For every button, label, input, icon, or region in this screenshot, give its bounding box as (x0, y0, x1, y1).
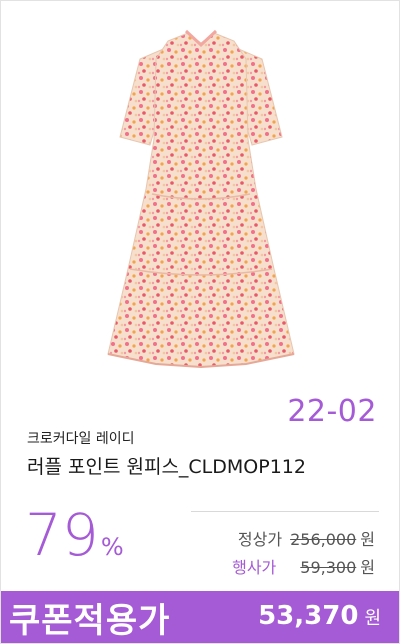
event-price-currency: 원 (360, 558, 375, 577)
price-divider (191, 511, 379, 512)
brand-name: 크로커다일 레이디 (27, 431, 135, 447)
regular-price-row: 정상가 256,000 원 (238, 526, 375, 550)
product-image[interactable] (96, 19, 306, 374)
discount-rate: 79% (25, 506, 124, 564)
discount-value: 79 (25, 501, 99, 569)
event-price-label: 행사가 (232, 558, 277, 577)
product-title[interactable]: 러플 포인트 원피스_CLDMOP112 (27, 452, 306, 479)
regular-price-label: 정상가 (237, 530, 283, 549)
product-card[interactable]: 22-02 크로커다일 레이디 러플 포인트 원피스_CLDMOP112 79%… (0, 0, 400, 644)
coupon-price-amount: 53,370 (258, 601, 359, 631)
coupon-price: 53,370 원 (258, 601, 381, 631)
regular-price-currency: 원 (360, 530, 375, 549)
event-price: 59,300 (300, 558, 357, 577)
regular-price: 256,000 (290, 530, 357, 549)
coupon-label: 쿠폰적용가 (9, 601, 171, 641)
event-price-row: 행사가 59,300 원 (232, 554, 375, 578)
product-code: 22-02 (287, 394, 377, 429)
coupon-price-bar: 쿠폰적용가 53,370 원 (1, 591, 399, 643)
discount-unit: % (100, 533, 124, 561)
coupon-price-currency: 원 (364, 608, 381, 629)
